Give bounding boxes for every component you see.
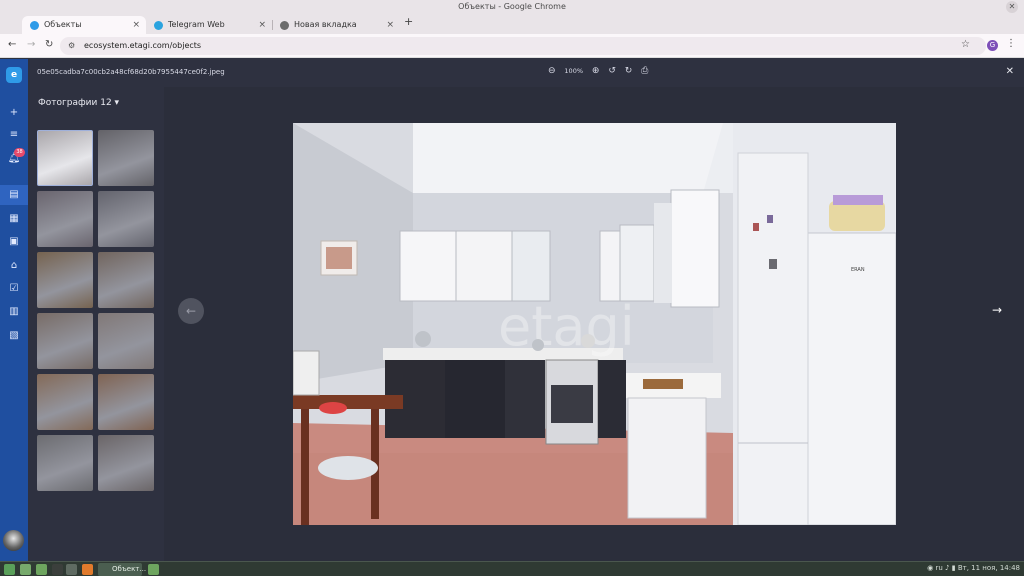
viewer-close-icon[interactable]: ✕: [1006, 66, 1014, 77]
print-icon[interactable]: ⎙: [641, 66, 648, 76]
menu-dots-icon[interactable]: ⋮: [1006, 38, 1016, 49]
taskbar-chrome-window[interactable]: Объект...: [98, 563, 146, 576]
tab-close-icon[interactable]: ×: [258, 16, 266, 34]
tab-close-icon[interactable]: ×: [132, 16, 140, 34]
tab-telegram[interactable]: Telegram Web ×: [146, 16, 272, 34]
app-sidebar: e + ≡ 🔔︎ 38 ▤ ▦ ▣ ⌂ ☑ ▥ ▧: [0, 59, 28, 561]
zoom-out-icon[interactable]: ⊖: [548, 66, 556, 76]
user-avatar[interactable]: [3, 530, 24, 551]
tab-label: Объекты: [44, 20, 82, 29]
profile-avatar[interactable]: G: [987, 40, 998, 51]
url-text: ecosystem.etagi.com/objects: [84, 41, 202, 50]
clock[interactable]: Вт, 11 ноя, 14:48: [958, 564, 1020, 572]
text-editor-icon[interactable]: [66, 564, 77, 575]
etagi-favicon-icon: [30, 21, 39, 30]
tab-close-icon[interactable]: ×: [386, 16, 394, 34]
forward-icon[interactable]: →: [27, 39, 35, 50]
site-info-icon[interactable]: ⚙: [68, 37, 75, 55]
contacts-icon[interactable]: ▥: [0, 302, 28, 322]
photo-thumbnail[interactable]: [37, 130, 93, 186]
tab-objects[interactable]: Объекты ×: [22, 16, 146, 34]
next-photo-button[interactable]: →: [987, 300, 1007, 320]
photos-count-label: Фотографии 12: [38, 98, 112, 108]
kitchen-photo: ERAN etagi: [293, 123, 896, 525]
tab-label: Telegram Web: [168, 20, 225, 29]
window-close-button[interactable]: ✕: [1006, 1, 1018, 13]
start-menu-icon[interactable]: [4, 564, 15, 575]
document-icon[interactable]: ▦: [0, 209, 28, 229]
chrome-favicon-icon: [280, 21, 289, 30]
previous-photo-button[interactable]: ←: [178, 298, 204, 324]
battery-icon[interactable]: ▮: [952, 564, 956, 572]
photo-thumbnail[interactable]: [98, 252, 154, 308]
tab-new[interactable]: Новая вкладка ×: [272, 16, 400, 34]
house-icon[interactable]: ⌂: [0, 256, 28, 276]
os-taskbar: Объект... ◉ ru ♪ ▮ Вт, 11 ноя, 14:48: [0, 561, 1024, 576]
window-titlebar: Объекты - Google Chrome ✕: [0, 0, 1024, 14]
watermark: etagi: [498, 295, 635, 358]
system-tray: ◉ ru ♪ ▮ Вт, 11 ноя, 14:48: [927, 564, 1020, 572]
address-bar[interactable]: ⚙ ecosystem.etagi.com/objects: [60, 37, 986, 55]
caret-down-icon: ▾: [114, 98, 120, 108]
file-manager-icon[interactable]: [36, 564, 47, 575]
menu-icon[interactable]: ≡: [0, 125, 28, 145]
keyboard-layout[interactable]: ru: [935, 564, 942, 572]
fridge-brand: ERAN: [851, 267, 865, 273]
show-desktop-icon[interactable]: [20, 564, 31, 575]
tab-strip: ⌄ Объекты × Telegram Web × Новая вкладка…: [0, 14, 1024, 41]
terminal-icon[interactable]: [52, 564, 63, 575]
rotate-right-icon[interactable]: ↻: [625, 66, 633, 76]
photo-thumbnail[interactable]: [37, 435, 93, 491]
rotate-left-icon[interactable]: ↺: [608, 66, 616, 76]
window-title: Объекты - Google Chrome: [458, 2, 566, 11]
book-icon[interactable]: ▧: [0, 326, 28, 346]
tab-label: Новая вкладка: [294, 20, 357, 29]
zoom-in-icon[interactable]: ⊕: [592, 66, 600, 76]
taskbar-task-label: Объект...: [112, 565, 147, 573]
photo-thumbnail[interactable]: [37, 191, 93, 247]
photo-thumbnail[interactable]: [98, 435, 154, 491]
checklist-icon[interactable]: ☑: [0, 279, 28, 299]
main-photo: ERAN etagi: [293, 123, 896, 525]
photo-thumbnail[interactable]: [98, 374, 154, 430]
add-icon[interactable]: +: [0, 103, 28, 123]
dashboard-icon[interactable]: ▣: [0, 232, 28, 252]
photo-thumbnail[interactable]: [98, 130, 154, 186]
photo-thumbnail[interactable]: [37, 313, 93, 369]
network-icon[interactable]: ◉: [927, 564, 933, 572]
notification-badge: 38: [14, 148, 25, 157]
new-tab-button[interactable]: +: [404, 15, 413, 28]
photo-thumbnail[interactable]: [37, 252, 93, 308]
back-icon[interactable]: ←: [8, 39, 16, 50]
telegram-favicon-icon: [154, 21, 163, 30]
objects-icon[interactable]: ▤: [0, 185, 28, 205]
folder-window-icon[interactable]: [148, 564, 159, 575]
volume-icon[interactable]: ♪: [945, 564, 949, 572]
photo-filename: 05e05cadba7c00cb2a48cf68d20b7955447ce0f2…: [37, 68, 225, 76]
viewer-tools: ⊖ 100% ⊕ ↺ ↻ ⎙: [548, 66, 654, 76]
viewer-toolbar: 05e05cadba7c00cb2a48cf68d20b7955447ce0f2…: [28, 59, 1024, 87]
bookmark-star-icon[interactable]: ☆: [961, 39, 970, 50]
app-launcher-icon[interactable]: [82, 564, 93, 575]
photo-thumbnail[interactable]: [98, 313, 154, 369]
photos-dropdown[interactable]: Фотографии 12 ▾: [38, 98, 119, 108]
reload-icon[interactable]: ↻: [45, 39, 53, 50]
photo-thumbnail[interactable]: [37, 374, 93, 430]
toolbar: ← → ↻ ⚙ ecosystem.etagi.com/objects ☆ G …: [0, 34, 1024, 58]
etagi-logo-icon[interactable]: e: [6, 67, 22, 83]
photo-thumbnail[interactable]: [98, 191, 154, 247]
zoom-level: 100%: [564, 67, 584, 75]
